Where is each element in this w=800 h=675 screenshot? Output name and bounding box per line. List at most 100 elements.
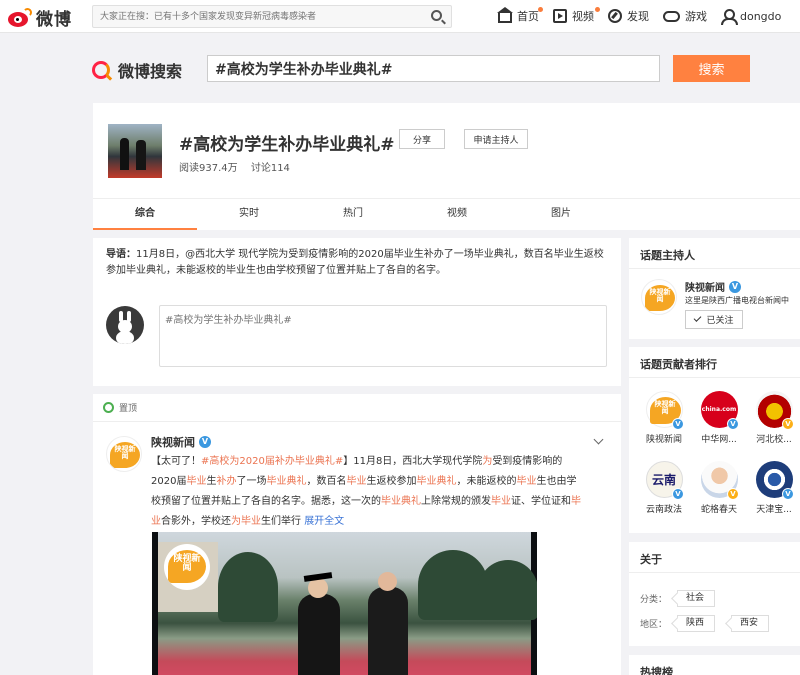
post-text-segment: 证、学位证和 <box>511 496 571 507</box>
verified-icon: V <box>672 418 684 430</box>
nav-user[interactable]: dongdo <box>721 9 782 25</box>
topic-stats: 阅读937.4万 讨论114 <box>179 159 300 174</box>
post-text-segment: 了一场 <box>236 476 267 487</box>
region-label: 地区： <box>640 620 668 630</box>
topic-tabs: 综合 实时 热门 视频 图片 <box>93 198 800 230</box>
contributor-item[interactable]: V 天津宝... <box>749 461 799 515</box>
video-icon <box>553 9 567 23</box>
post-text-segment: 毕业 <box>491 496 511 507</box>
host-avatar[interactable]: 陕视新闻 <box>641 279 677 315</box>
contributor-avatar-text: 陕视新闻 <box>654 400 676 416</box>
followed-label: 已关注 <box>706 316 734 326</box>
nav-home-label: 首页 <box>517 10 539 23</box>
region-tag[interactable]: 陕西 <box>677 615 716 632</box>
chevron-down-icon[interactable] <box>593 434 604 445</box>
host-section: 话题主持人 陕视新闻 陕视新闻 V 这里是陕西广播电视台新闻中 已关注 <box>629 238 800 339</box>
video-logo: 陕视新闻 <box>164 544 210 590</box>
post-author-name: 陕视新闻 <box>151 436 195 449</box>
topnav-items: 首页 视频 发现 游戏 dongdo <box>497 7 795 25</box>
post-text-segment: 毕业 <box>241 516 261 527</box>
hashtag-link[interactable]: #高校为2020届补办毕业典礼# <box>201 456 343 467</box>
host-name[interactable]: 陕视新闻 V <box>685 279 741 294</box>
user-avatar[interactable] <box>106 306 144 344</box>
contributor-item[interactable]: 云南 V 云南政法 <box>639 461 689 515</box>
verified-icon: V <box>672 488 684 500</box>
contributor-section: 话题贡献者排行 陕视新闻 V 陕视新闻 china.com V 中华网... V… <box>629 347 800 533</box>
expand-full-text-link[interactable]: 展开全文 <box>304 516 344 527</box>
post-text-segment: 毕业 <box>516 476 537 487</box>
pinned-post: 置顶 陕视新闻 陕视新闻 V 【太可了！#高校为2020届补办毕业典礼#】11月… <box>93 394 621 675</box>
tab-hot[interactable]: 热门 <box>301 199 405 230</box>
video-frame <box>158 532 537 675</box>
host-avatar-text: 陕视新闻 <box>649 288 671 304</box>
post-divider <box>93 421 621 422</box>
followed-button[interactable]: 已关注 <box>685 310 743 329</box>
comment-input[interactable] <box>160 306 600 361</box>
top-search-input[interactable] <box>93 6 413 27</box>
post-text-segment: 合影外，学校还 <box>161 516 231 527</box>
contributor-item[interactable]: V 河北校... <box>749 391 799 445</box>
category-tag[interactable]: 社会 <box>677 590 716 607</box>
logo-text: 微博 <box>36 10 72 30</box>
tab-all[interactable]: 综合 <box>93 199 197 230</box>
post-text-segment: 【太可了！ <box>151 456 201 467</box>
verified-icon: V <box>199 436 211 448</box>
share-button[interactable]: 分享 <box>399 129 445 149</box>
category-row: 分类： 社会 <box>640 590 716 607</box>
contributor-item[interactable]: china.com V 中华网... <box>694 391 744 445</box>
search-button[interactable]: 搜索 <box>673 55 750 82</box>
tab-realtime[interactable]: 实时 <box>197 199 301 230</box>
nav-video[interactable]: 视频 <box>553 7 600 24</box>
post-text-segment: 生 <box>206 476 217 487</box>
verified-icon: V <box>782 418 794 430</box>
video-logo-text: 陕视新闻 <box>173 554 201 574</box>
nav-game-label: 游戏 <box>685 10 707 23</box>
hot-search-section: 热搜榜 <box>629 655 800 675</box>
nav-home-badge <box>538 7 543 12</box>
nav-game[interactable]: 游戏 <box>663 8 707 24</box>
category-label: 分类： <box>640 595 668 605</box>
nav-user-label: dongdo <box>740 9 782 23</box>
discover-icon <box>608 9 622 23</box>
post-text-segment: 毕业 <box>346 476 367 487</box>
nav-discover[interactable]: 发现 <box>608 8 649 24</box>
nav-home[interactable]: 首页 <box>497 7 543 24</box>
topic-card: #高校为学生补办毕业典礼# 分享 申请主持人 阅读937.4万 讨论114 综合… <box>93 103 800 230</box>
contributor-logo-text: 云南 <box>651 473 676 487</box>
game-icon <box>663 10 680 22</box>
top-search-box <box>92 5 452 28</box>
apply-host-button[interactable]: 申请主持人 <box>464 129 528 149</box>
contributor-name: 云南政法 <box>645 505 682 515</box>
post-text-segment: 生们举行 <box>261 516 305 527</box>
pin-icon <box>103 402 114 413</box>
post-text-segment: 毕业典礼 <box>381 496 421 507</box>
topic-thumbnail[interactable] <box>108 124 162 178</box>
avatar-logo-text: 陕视新闻 <box>114 445 136 461</box>
contributor-item[interactable]: V 蛇格春天 <box>694 461 744 515</box>
tab-video[interactable]: 视频 <box>405 199 509 230</box>
verified-icon: V <box>727 488 739 500</box>
weibo-eye-icon <box>8 7 32 28</box>
nav-video-badge <box>595 7 600 12</box>
weibo-search-logo[interactable]: 微博搜索 <box>92 58 182 82</box>
post-text-segment: 】11月8日，西北大学现代学院 <box>343 456 483 467</box>
contributor-logo-text: china.com <box>701 406 737 413</box>
intro-box: 导语：11月8日，@西北大学 现代学院为受到疫情影响的2020届毕业生补办了一场… <box>93 238 621 386</box>
weibo-logo[interactable]: 微博 <box>8 5 72 30</box>
tab-pictures[interactable]: 图片 <box>509 199 613 230</box>
region-tag[interactable]: 西安 <box>731 615 770 632</box>
contributor-name: 河北校... <box>756 435 792 445</box>
post-text-segment: 为 <box>482 456 493 467</box>
post-video[interactable]: 陕视新闻 <box>152 532 537 675</box>
intro-text: 导语：11月8日，@西北大学 现代学院为受到疫情影响的2020届毕业生补办了一场… <box>106 247 611 279</box>
post-text-segment: 毕业典礼 <box>416 476 457 487</box>
search-logo-icon <box>92 61 110 79</box>
post-author-avatar[interactable]: 陕视新闻 <box>106 436 142 472</box>
contributor-item[interactable]: 陕视新闻 V 陕视新闻 <box>639 391 689 445</box>
post-text: 【太可了！#高校为2020届补办毕业典礼#】11月8日，西北大学现代学院为受到疫… <box>151 452 583 532</box>
main-search-input[interactable] <box>208 56 648 81</box>
search-icon[interactable] <box>431 10 442 21</box>
post-author[interactable]: 陕视新闻 V <box>151 434 211 450</box>
read-count: 阅读937.4万 <box>179 163 238 174</box>
verified-icon: V <box>782 488 794 500</box>
